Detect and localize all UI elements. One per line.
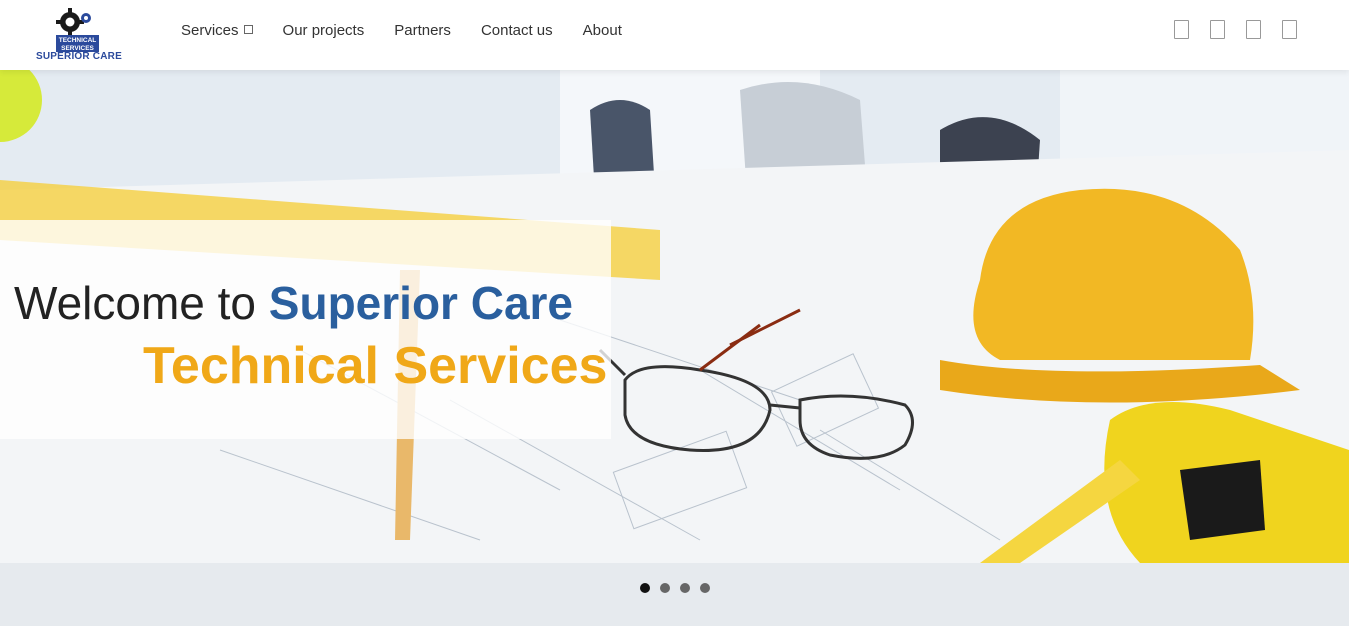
- nav-partners-label: Partners: [394, 22, 451, 39]
- hero-banner: Welcome to Superior Care Technical Servi…: [0, 220, 611, 439]
- nav-services-label: Services: [181, 22, 239, 39]
- carousel-dot-2[interactable]: [660, 583, 670, 593]
- nav-about-label: About: [582, 22, 622, 39]
- hero-slider: Welcome to Superior Care Technical Servi…: [0, 70, 1349, 563]
- hero-title-brand: Superior Care: [268, 277, 574, 329]
- logo-name: SUPERIOR CARE: [36, 51, 122, 62]
- carousel-dot-1[interactable]: [640, 583, 650, 593]
- logo-line1: TECHNICAL: [59, 37, 97, 44]
- nav-our-projects-label: Our projects: [282, 22, 365, 39]
- main-nav: Services Our projects Partners Contact u…: [181, 22, 622, 39]
- carousel-dot-3[interactable]: [680, 583, 690, 593]
- nav-partners[interactable]: Partners: [394, 22, 451, 39]
- nav-contact-us-label: Contact us: [480, 22, 553, 39]
- facebook-icon[interactable]: [1174, 20, 1189, 39]
- nav-contact-us[interactable]: Contact us: [481, 22, 553, 39]
- carousel-dot-4[interactable]: [700, 583, 710, 593]
- hero-title-prefix: Welcome to: [14, 277, 269, 329]
- twitter-icon[interactable]: [1210, 20, 1225, 39]
- linkedin-icon[interactable]: [1282, 20, 1297, 39]
- nav-about[interactable]: About: [583, 22, 622, 39]
- hero-subtitle: Technical Services: [143, 337, 608, 395]
- nav-our-projects[interactable]: Our projects: [283, 22, 365, 39]
- carousel-dots: [640, 583, 710, 593]
- social-links: [1174, 20, 1297, 39]
- dropdown-icon: [243, 25, 253, 34]
- hero-title: Welcome to Superior Care: [14, 276, 573, 330]
- site-header: TECHNICAL SERVICES SUPERIOR CARE Service…: [0, 0, 1349, 70]
- nav-services[interactable]: Services: [181, 22, 253, 39]
- instagram-icon[interactable]: [1246, 20, 1261, 39]
